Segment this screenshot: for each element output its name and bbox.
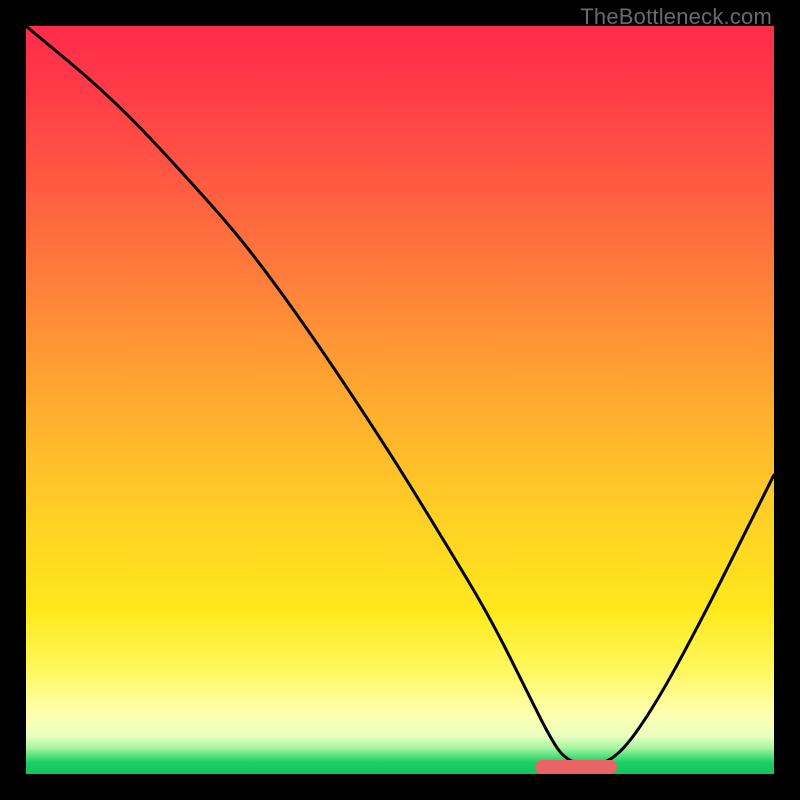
- curve-path: [26, 26, 774, 765]
- minimum-marker: [535, 760, 617, 774]
- chart-frame: TheBottleneck.com: [0, 0, 800, 800]
- bottleneck-curve: [26, 26, 774, 774]
- plot-area: [26, 26, 774, 774]
